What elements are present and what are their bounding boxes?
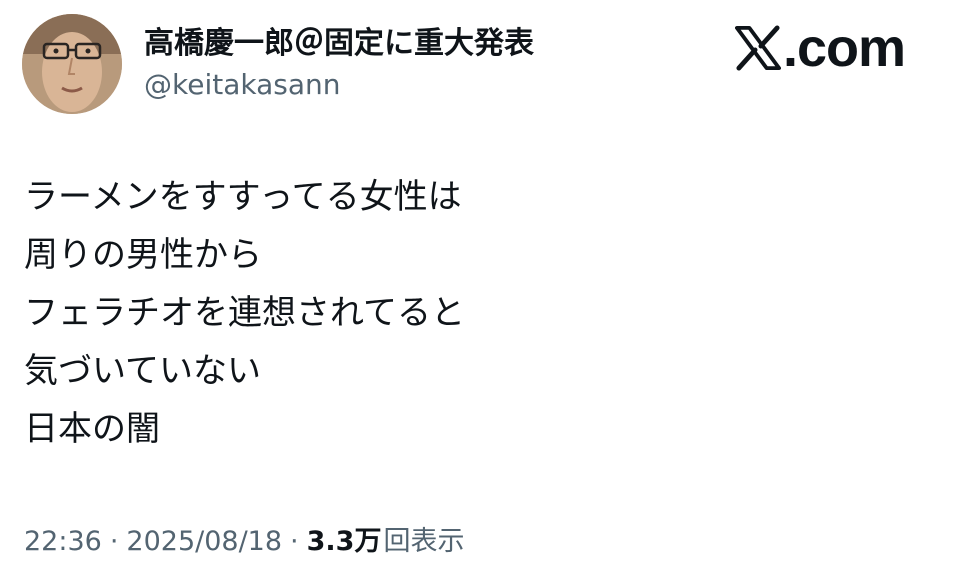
meta-separator: · (109, 526, 119, 557)
tweet-date[interactable]: 2025/08/18 (126, 522, 282, 562)
tweet-header: 高橋慶一郎＠固定に重大発表 @keitakasann (22, 14, 534, 114)
views-count: 3.3万 (306, 526, 382, 557)
tweet-line: 周りの男性から (24, 235, 262, 275)
author-handle[interactable]: @keitakasann (144, 67, 534, 103)
x-logo-icon (734, 25, 781, 71)
views-label: 回表示 (383, 526, 465, 557)
avatar-photo (22, 14, 122, 114)
tweet-meta: 22:36 · 2025/08/18 · 3.3万 回表示 (24, 522, 464, 562)
author-display-name[interactable]: 高橋慶一郎＠固定に重大発表 (144, 25, 534, 63)
tweet-time[interactable]: 22:36 (24, 522, 102, 562)
meta-separator: · (290, 526, 299, 557)
avatar[interactable] (22, 14, 122, 114)
tweet-text: ラーメンをすすってる女性は 周りの男性から フェラチオを連想されてると 気づいて… (24, 168, 924, 458)
tweet-line: フェラチオを連想されてると (24, 293, 465, 333)
brand-mark: .com (734, 18, 906, 78)
tweet-card: 高橋慶一郎＠固定に重大発表 @keitakasann .com ラーメンをすすっ… (0, 0, 959, 573)
tweet-line: 気づいていない (24, 351, 261, 391)
tweet-line: ラーメンをすすってる女性は (24, 177, 462, 217)
brand-domain: .com (782, 18, 906, 78)
tweet-line: 日本の闇 (24, 409, 160, 449)
author-identity: 高橋慶一郎＠固定に重大発表 @keitakasann (144, 14, 534, 114)
